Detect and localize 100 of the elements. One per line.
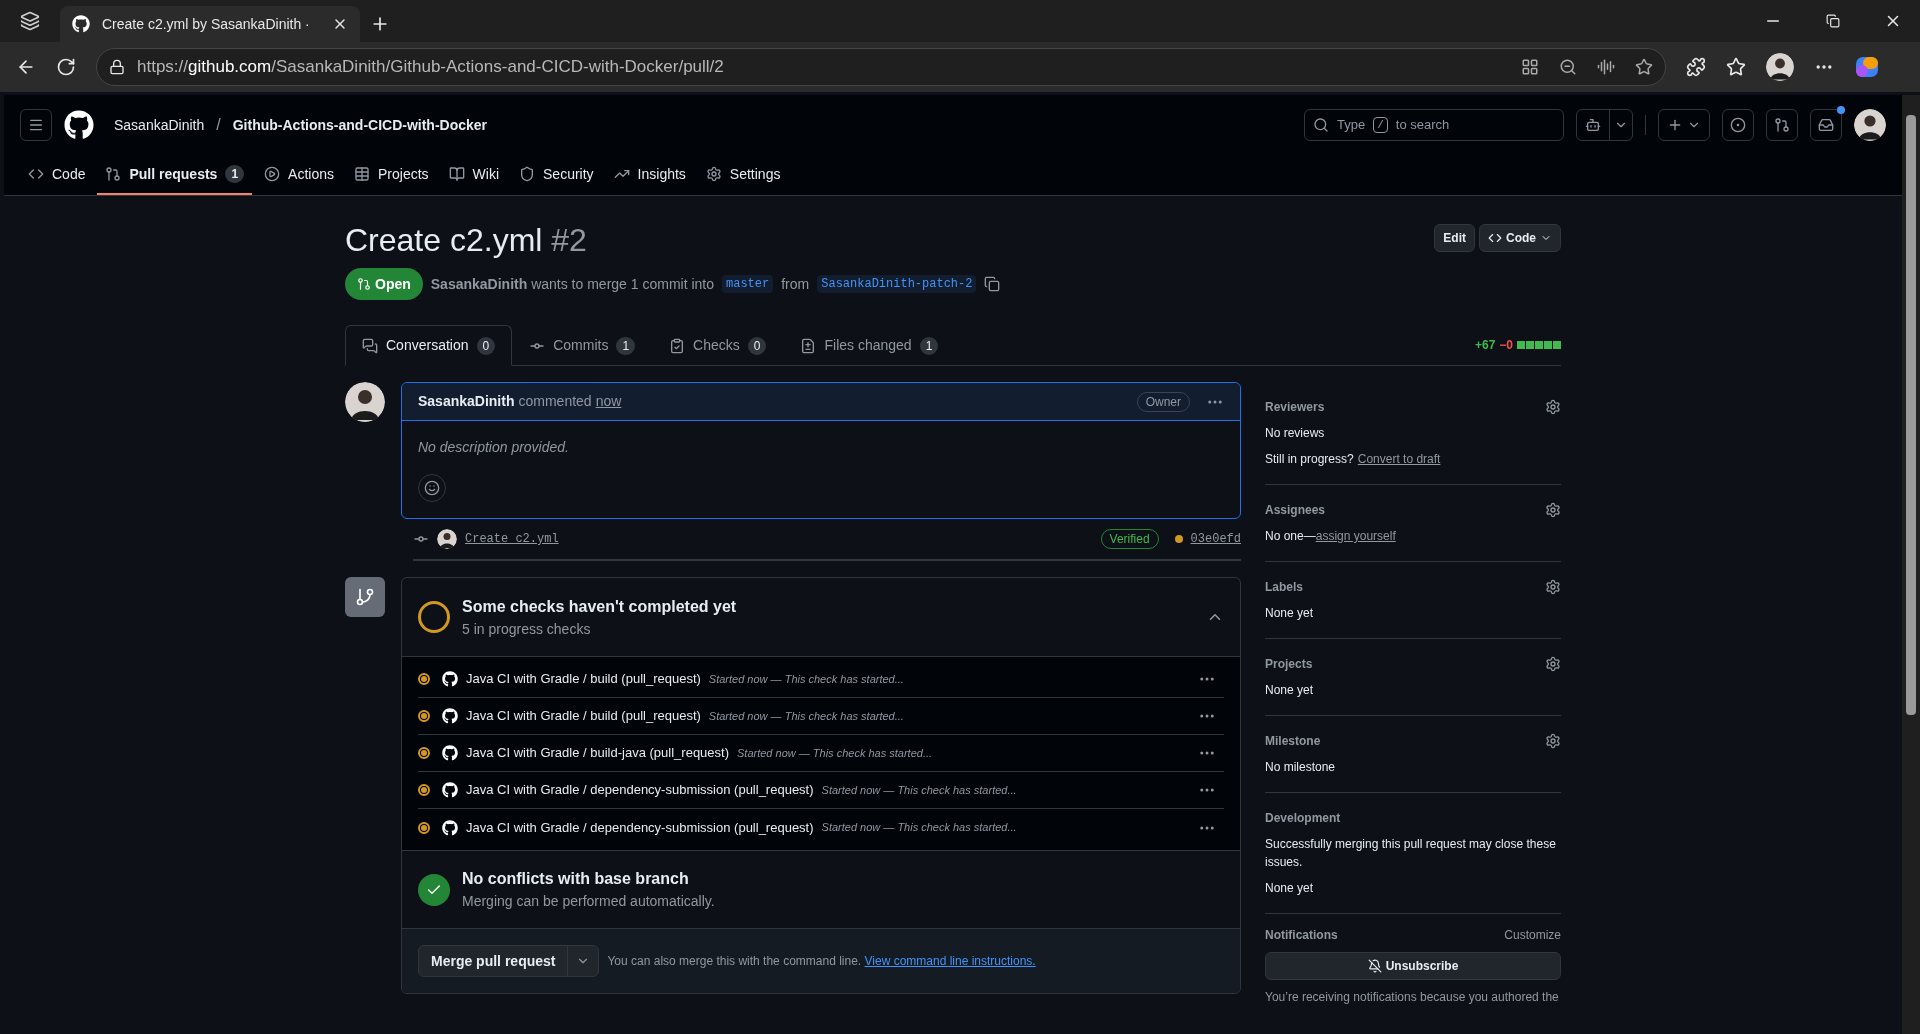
pr-title: Create c2.yml: [345, 222, 543, 258]
repo-nav-tab[interactable]: Code: [20, 155, 94, 195]
copy-icon[interactable]: [984, 276, 1001, 292]
pr-tab[interactable]: Commits 1: [512, 325, 653, 366]
repo-nav-tab[interactable]: Insights: [605, 155, 694, 195]
create-button[interactable]: [1658, 109, 1710, 141]
file-diff-icon: [800, 337, 817, 354]
conflicts-title: No conflicts with base branch: [462, 869, 690, 889]
edit-button[interactable]: Edit: [1434, 224, 1475, 252]
browser-tab[interactable]: Create c2.yml by SasankaDinith ·: [60, 6, 360, 42]
pr-tab[interactable]: Conversation 0: [345, 325, 513, 366]
sidebar-text: Still in progress?: [1265, 451, 1354, 468]
table-icon: [354, 166, 370, 182]
sidebar-heading: Reviewers: [1265, 399, 1326, 416]
check-name: Java CI with Gradle / build (pull_request): [466, 670, 701, 689]
check-name: Java CI with Gradle / dependency-submission (pull_request): [466, 818, 814, 837]
extensions-icon[interactable]: [1686, 57, 1706, 77]
repo-nav-tab[interactable]: Projects: [346, 155, 437, 195]
settings-icon[interactable]: [1545, 502, 1561, 518]
path-separator: /: [216, 115, 221, 135]
comment-author[interactable]: SasankaDinith: [418, 391, 515, 412]
search-icon: [1313, 117, 1329, 133]
favorites-icon[interactable]: [1726, 57, 1746, 77]
deletions-count: −0: [1499, 336, 1513, 354]
copilot-icon[interactable]: [1854, 54, 1880, 80]
github-icon: [72, 15, 90, 33]
profile-avatar: [1766, 53, 1794, 81]
code-button[interactable]: Code: [1479, 224, 1561, 252]
base-branch[interactable]: master: [722, 275, 774, 293]
restore-icon[interactable]: [1826, 14, 1840, 28]
sidebar-heading: Notifications: [1265, 927, 1339, 944]
repo-nav-tab[interactable]: Security: [511, 155, 602, 195]
sidebar-heading: Projects: [1265, 656, 1314, 673]
commit-sha[interactable]: 03e0efd: [1190, 530, 1241, 548]
check-detail: Started now — This check has started...: [821, 820, 1017, 836]
scrollbar[interactable]: [1902, 95, 1920, 1034]
menu-button[interactable]: [20, 109, 52, 141]
sidebar-text: None yet: [1265, 880, 1314, 897]
pr-tab[interactable]: Files changed 1: [783, 325, 956, 366]
owner-link[interactable]: SasankaDinith: [114, 114, 205, 136]
address-bar[interactable]: https://github.com/SasankaDinith/Github-Actions-and-CICD-with-Docker/pull/2: [96, 48, 1666, 86]
inbox-icon: [1818, 117, 1834, 133]
settings-icon[interactable]: [1545, 399, 1561, 415]
sidebar-heading: Milestone: [1265, 733, 1322, 750]
sidebar-text: None yet: [1265, 682, 1314, 699]
url-text: https://github.com/SasankaDinith/Github-Actions-and-CICD-with-Docker/pull/2: [137, 56, 725, 79]
customize-link[interactable]: Customize: [1504, 926, 1561, 944]
check-detail: Started now — This check has started...: [708, 671, 904, 687]
issue-icon: [1730, 117, 1746, 133]
search-field[interactable]: Type / to search: [1304, 109, 1564, 141]
repo-link[interactable]: Github-Actions-and-CICD-with-Docker: [232, 114, 488, 136]
github-app-icon: [442, 819, 458, 836]
repo-nav-tab[interactable]: Pull requests 1: [97, 155, 253, 195]
pull-requests-button[interactable]: [1766, 109, 1798, 141]
comment-time[interactable]: now: [595, 391, 622, 412]
sidebar-link[interactable]: Convert to draft: [1357, 450, 1441, 468]
github-app-icon: [442, 782, 458, 798]
zoom-out-icon[interactable]: [1559, 58, 1577, 76]
pr-number: #2: [551, 222, 587, 258]
app-grid-icon[interactable]: [1521, 58, 1539, 76]
read-aloud-icon[interactable]: [1597, 58, 1615, 76]
conflicts-subtitle: Merging can be performed automatically.: [462, 892, 715, 911]
repo-nav-tab[interactable]: Wiki: [440, 155, 507, 195]
code-icon: [28, 166, 44, 182]
github-app-icon: [442, 708, 458, 724]
lock-icon: [109, 59, 125, 75]
notification-note: You’re receiving notifications because you authored the: [1265, 989, 1560, 1006]
sidebar-link[interactable]: assign yourself: [1315, 527, 1396, 545]
sidebar-heading: Assignees: [1265, 502, 1327, 519]
book-icon: [448, 166, 465, 182]
menu-icon: [28, 117, 44, 133]
repo-nav-tab[interactable]: Actions: [256, 155, 342, 195]
issues-button[interactable]: [1722, 109, 1754, 141]
sidebar-text: None yet: [1265, 605, 1314, 622]
reload-icon[interactable]: [56, 57, 76, 77]
github-logo-icon[interactable]: [64, 110, 94, 140]
additions-count: +67: [1474, 336, 1496, 354]
copilot-button[interactable]: [1576, 109, 1633, 141]
settings-icon[interactable]: [1545, 579, 1561, 595]
pull-request-icon: [105, 166, 122, 182]
play-icon: [264, 166, 281, 182]
tab-actions-icon[interactable]: [20, 11, 40, 31]
from-text: from: [781, 274, 810, 294]
github-app-icon: [442, 671, 458, 687]
diffstat-blocks-icon: [1517, 340, 1561, 349]
instructions-link[interactable]: View command line instructions.: [864, 954, 1036, 968]
pull-request-icon: [1774, 117, 1790, 133]
settings-icon[interactable]: [1545, 733, 1561, 749]
repo-nav-tab[interactable]: Settings: [697, 155, 789, 195]
star-icon[interactable]: [1635, 58, 1653, 76]
unsubscribe-button[interactable]: Unsubscribe: [1265, 952, 1561, 980]
comment-body: No description provided.: [418, 438, 570, 457]
head-branch[interactable]: SasankaDinith-patch-2: [817, 275, 977, 293]
settings-icon[interactable]: [1545, 656, 1561, 672]
commit-message[interactable]: Create c2.yml: [465, 530, 559, 548]
pr-tab[interactable]: Checks 0: [652, 325, 784, 366]
comment-verb: commented: [518, 392, 592, 411]
bell-off-icon: [1367, 959, 1382, 973]
code-icon: [1488, 231, 1502, 245]
inbox-button[interactable]: [1810, 109, 1842, 141]
